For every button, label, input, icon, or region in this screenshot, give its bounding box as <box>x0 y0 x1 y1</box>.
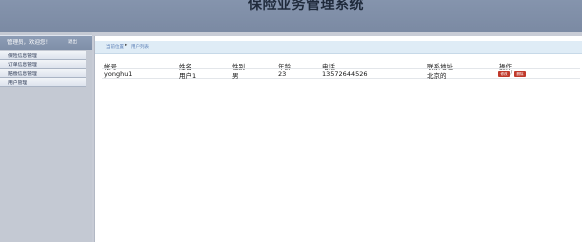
sidebar-item-label: 用户管理 <box>8 80 28 86</box>
action-separator: / <box>510 69 513 76</box>
app-title: 保险业务管理系统 <box>248 0 364 13</box>
cell-address: 北京的 <box>427 72 447 80</box>
sidebar-item-label: 订单信息管理 <box>8 62 37 68</box>
main-content: 当前位置 ▸ 用户列表 帐号 姓名 性别 年龄 电话 联系地址 操作 yongh… <box>94 36 582 242</box>
delete-button[interactable]: 删除 <box>514 70 526 77</box>
logout-link[interactable]: 退出 <box>68 39 77 45</box>
sidebar-item-label: 保险信息管理 <box>8 53 37 59</box>
cell-phone: 13572644526 <box>322 70 368 78</box>
edit-button[interactable]: 修改 <box>498 70 510 77</box>
welcome-bar: 管理员，欢迎您！ 退出 <box>0 35 92 50</box>
cell-account: yonghu1 <box>104 70 133 78</box>
sidebar-item-users[interactable]: 用户管理 <box>0 78 86 87</box>
cell-age: 23 <box>278 70 287 78</box>
welcome-text: 管理员，欢迎您！ <box>7 40 52 46</box>
sidebar-item-label: 赔偿信息管理 <box>8 71 37 77</box>
breadcrumb: 当前位置 ▸ 用户列表 <box>95 41 582 54</box>
breadcrumb-current: 用户列表 <box>131 45 149 50</box>
cell-name: 用户1 <box>179 72 197 80</box>
sidebar-item-claims[interactable]: 赔偿信息管理 <box>0 69 86 78</box>
app-header: 保险业务管理系统 <box>0 0 582 32</box>
breadcrumb-separator-icon: ▸ <box>125 43 128 48</box>
breadcrumb-root[interactable]: 当前位置 <box>106 44 124 50</box>
table-row: yonghu1 用户1 男 23 13572644526 北京的 修改 / 删除 <box>102 68 580 80</box>
sidebar-item-orders[interactable]: 订单信息管理 <box>0 60 86 69</box>
cell-gender: 男 <box>232 72 239 80</box>
sidebar: 管理员，欢迎您！ 退出 保险信息管理 订单信息管理 赔偿信息管理 用户管理 <box>0 32 92 242</box>
sidebar-item-insurance[interactable]: 保险信息管理 <box>0 51 86 60</box>
